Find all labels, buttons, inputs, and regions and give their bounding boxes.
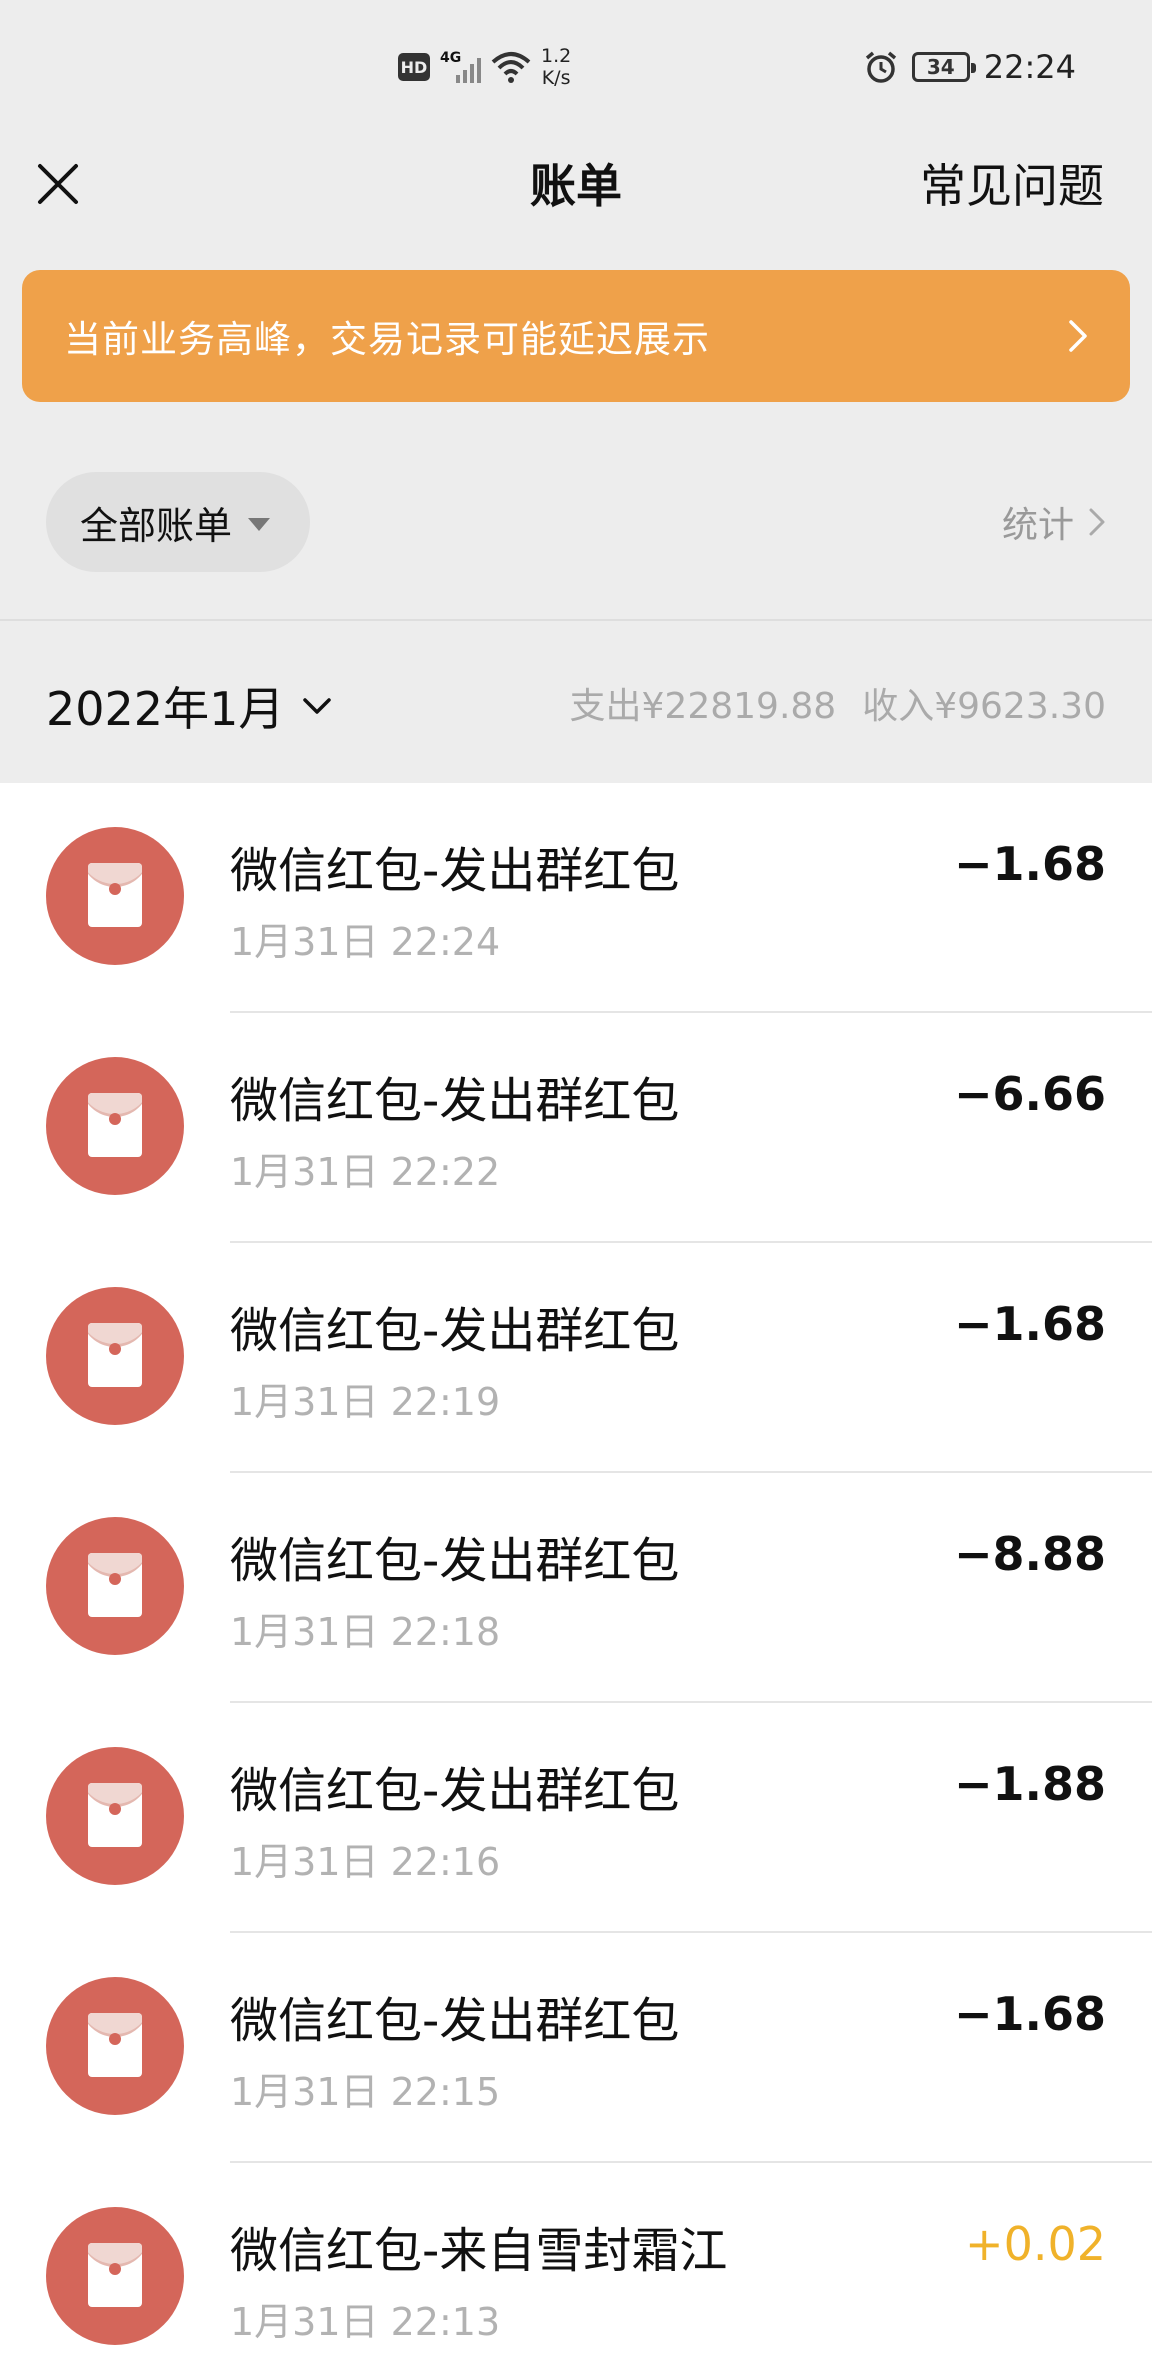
red-packet-icon (46, 1287, 184, 1425)
transaction-title: 微信红包-发出群红包 (230, 1993, 680, 2049)
red-packet-icon (46, 1747, 184, 1885)
battery-icon: 34 (911, 52, 976, 82)
peak-notice-banner[interactable]: 当前业务高峰，交易记录可能延迟展示 (22, 270, 1130, 402)
transaction-time: 1月31日 22:24 (230, 920, 501, 964)
transaction-time: 1月31日 22:13 (230, 2300, 501, 2344)
chevron-right-icon (1069, 320, 1087, 352)
transaction-title: 微信红包-发出群红包 (230, 843, 680, 899)
month-totals: 支出¥22819.88 收入¥9623.30 (570, 677, 1106, 729)
hd-badge: HD (398, 53, 430, 81)
transaction-item[interactable]: 微信红包-发出群红包 1月31日 22:22 −6.66 (0, 1013, 1152, 1243)
transaction-time: 1月31日 22:19 (230, 1380, 501, 1424)
transaction-item[interactable]: 微信红包-发出群红包 1月31日 22:18 −8.88 (0, 1473, 1152, 1703)
month-picker[interactable]: 2022年1月 (46, 673, 332, 739)
transaction-item[interactable]: 微信红包-发出群红包 1月31日 22:24 −1.68 (0, 783, 1152, 1013)
chevron-down-icon (303, 698, 332, 714)
transaction-title: 微信红包-发出群红包 (230, 1533, 680, 1589)
transaction-amount: −1.68 (953, 1297, 1106, 1351)
status-indicators: HD 4G 1.2 K/s (398, 42, 571, 92)
chevron-right-icon (1089, 508, 1105, 536)
month-income: 收入¥9623.30 (862, 686, 1106, 727)
transaction-amount: +0.02 (965, 2217, 1106, 2271)
transaction-title: 微信红包-发出群红包 (230, 1073, 680, 1129)
red-packet-icon (46, 1057, 184, 1195)
month-header: 2022年1月 支出¥22819.88 收入¥9623.30 (0, 621, 1152, 783)
clock: 22:24 (983, 48, 1076, 86)
transaction-title: 微信红包-来自雪封霜江 (230, 2223, 728, 2279)
red-packet-icon (46, 2207, 184, 2345)
battery-level: 34 (926, 55, 955, 79)
cell-signal-icon: 4G (440, 51, 481, 83)
month-expense: 支出¥22819.88 (569, 686, 837, 727)
transaction-time: 1月31日 22:15 (230, 2070, 501, 2114)
alarm-icon (865, 51, 896, 83)
red-packet-icon (46, 1977, 184, 2115)
wifi-icon (491, 52, 531, 83)
caret-down-icon (248, 517, 271, 531)
transaction-amount: −1.68 (953, 1987, 1106, 2041)
month-label: 2022年1月 (46, 682, 285, 736)
transaction-title: 微信红包-发出群红包 (230, 1303, 680, 1359)
faq-link[interactable]: 常见问题 (920, 150, 1104, 216)
transaction-item[interactable]: 微信红包-来自雪封霜江 1月31日 22:13 +0.02 (0, 2163, 1152, 2376)
transaction-title: 微信红包-发出群红包 (230, 1763, 680, 1819)
transaction-time: 1月31日 22:22 (230, 1150, 501, 1194)
transaction-amount: −1.88 (953, 1757, 1106, 1811)
transaction-time: 1月31日 22:16 (230, 1840, 501, 1884)
status-right: 34 22:24 (864, 42, 1076, 92)
filter-label: 全部账单 (80, 503, 233, 548)
bill-filter-dropdown[interactable]: 全部账单 (46, 472, 310, 572)
transaction-item[interactable]: 微信红包-发出群红包 1月31日 22:19 −1.68 (0, 1243, 1152, 1473)
transaction-amount: −8.88 (953, 1527, 1106, 1581)
transaction-item[interactable]: 微信红包-发出群红包 1月31日 22:15 −1.68 (0, 1933, 1152, 2163)
network-speed: 1.2 K/s (541, 45, 572, 89)
transaction-amount: −1.68 (953, 837, 1106, 891)
red-packet-icon (46, 1517, 184, 1655)
stats-link[interactable]: 统计 (1002, 496, 1106, 548)
transaction-item[interactable]: 微信红包-发出群红包 1月31日 22:16 −1.88 (0, 1703, 1152, 1933)
transaction-list: 微信红包-发出群红包 1月31日 22:24 −1.68 微信红包-发出群红包 … (0, 783, 1152, 2376)
transaction-amount: −6.66 (953, 1067, 1106, 1121)
status-bar: HD 4G 1.2 K/s 34 22:24 (0, 0, 1152, 130)
red-packet-icon (46, 827, 184, 965)
transaction-time: 1月31日 22:18 (230, 1610, 501, 1654)
stats-label: 统计 (1001, 505, 1074, 546)
nav-bar: 账单 常见问题 (0, 130, 1152, 248)
banner-text: 当前业务高峰，交易记录可能延迟展示 (64, 318, 710, 361)
